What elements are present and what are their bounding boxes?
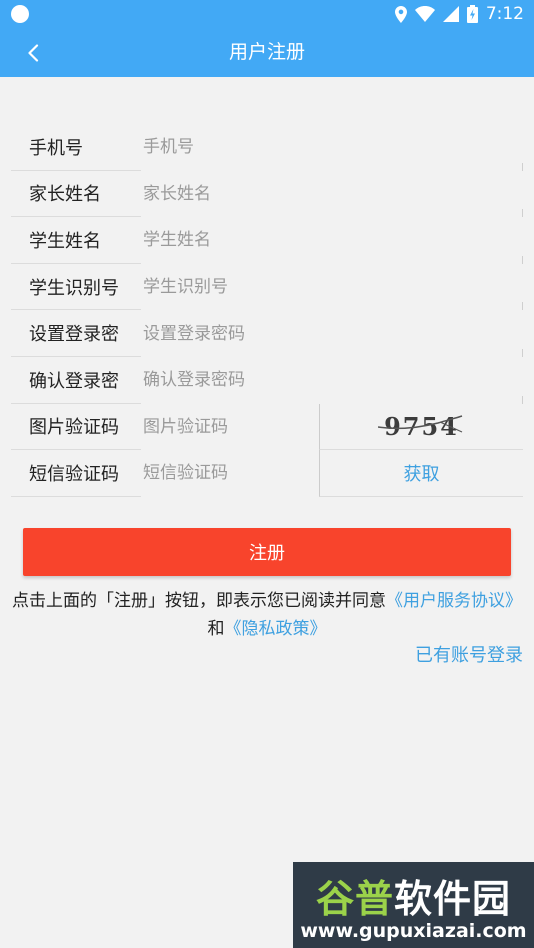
parent-name-row: 家长姓名 [11, 170, 523, 218]
agreement-and: 和 [207, 619, 225, 639]
status-time: 7:12 [485, 4, 524, 24]
image-captcha-input[interactable] [141, 403, 319, 451]
watermark-brand: 谷普软件园 [315, 877, 512, 921]
sms-code-input[interactable] [141, 450, 319, 497]
student-name-label: 学生姓名 [11, 217, 141, 264]
image-captcha-label: 图片验证码 [11, 404, 141, 451]
sms-code-row: 短信验证码 获取 [11, 450, 523, 497]
student-name-row: 学生姓名 [11, 217, 523, 264]
wifi-icon [414, 6, 435, 22]
student-name-input[interactable] [141, 217, 523, 264]
set-password-row: 设置登录密 [11, 310, 523, 357]
captcha-noise-icon [378, 415, 463, 433]
phone-label: 手机号 [11, 124, 141, 171]
status-icons: 7:12 [394, 3, 524, 25]
student-id-label: 学生识别号 [11, 264, 141, 311]
agreement-prefix: 点击上面的「注册」按钮，即表示您已阅读并同意 [12, 591, 386, 611]
signal-icon [442, 6, 459, 22]
parent-name-input[interactable] [141, 170, 523, 218]
app-bar: 用户注册 [0, 28, 534, 77]
existing-account-login-link[interactable]: 已有账号登录 [415, 641, 523, 667]
student-id-row: 学生识别号 [11, 263, 523, 311]
battery-icon [466, 5, 478, 23]
image-captcha-row: 图片验证码 9754 [11, 403, 523, 451]
watermark-url: www.gupuxiazai.com [300, 920, 527, 942]
phone-input[interactable] [141, 124, 523, 171]
captcha-image[interactable]: 9754 [378, 412, 463, 441]
sms-code-label: 短信验证码 [11, 450, 141, 497]
confirm-password-input[interactable] [141, 356, 523, 404]
get-code-box: 获取 [319, 450, 523, 497]
page-title: 用户注册 [228, 41, 305, 63]
student-id-input[interactable] [141, 263, 523, 311]
back-button[interactable] [16, 36, 50, 70]
location-icon [394, 5, 407, 23]
privacy-link[interactable]: 《隐私政策》 [225, 619, 327, 639]
registration-form: 手机号 家长姓名 学生姓名 学生识别号 设置登录密 确认登录密 图片验证码 97… [11, 124, 523, 497]
set-password-label: 设置登录密 [11, 310, 141, 357]
get-code-button[interactable]: 获取 [404, 460, 440, 486]
set-password-input[interactable] [141, 310, 523, 357]
status-bar: 7:12 [0, 0, 534, 28]
parent-name-label: 家长姓名 [11, 171, 141, 218]
phone-row: 手机号 [11, 124, 523, 171]
notification-dot-icon [11, 5, 29, 23]
captcha-image-box[interactable]: 9754 [319, 403, 523, 451]
register-button[interactable]: 注册 [23, 528, 511, 576]
chevron-left-icon [28, 44, 39, 62]
confirm-password-label: 确认登录密 [11, 357, 141, 404]
confirm-password-row: 确认登录密 [11, 356, 523, 404]
agreement-text: 点击上面的「注册」按钮，即表示您已阅读并同意《用户服务协议》和《隐私政策》 [10, 587, 524, 643]
watermark-logo: 谷普软件园 www.gupuxiazai.com [293, 862, 534, 948]
terms-link[interactable]: 《用户服务协议》 [386, 591, 522, 611]
